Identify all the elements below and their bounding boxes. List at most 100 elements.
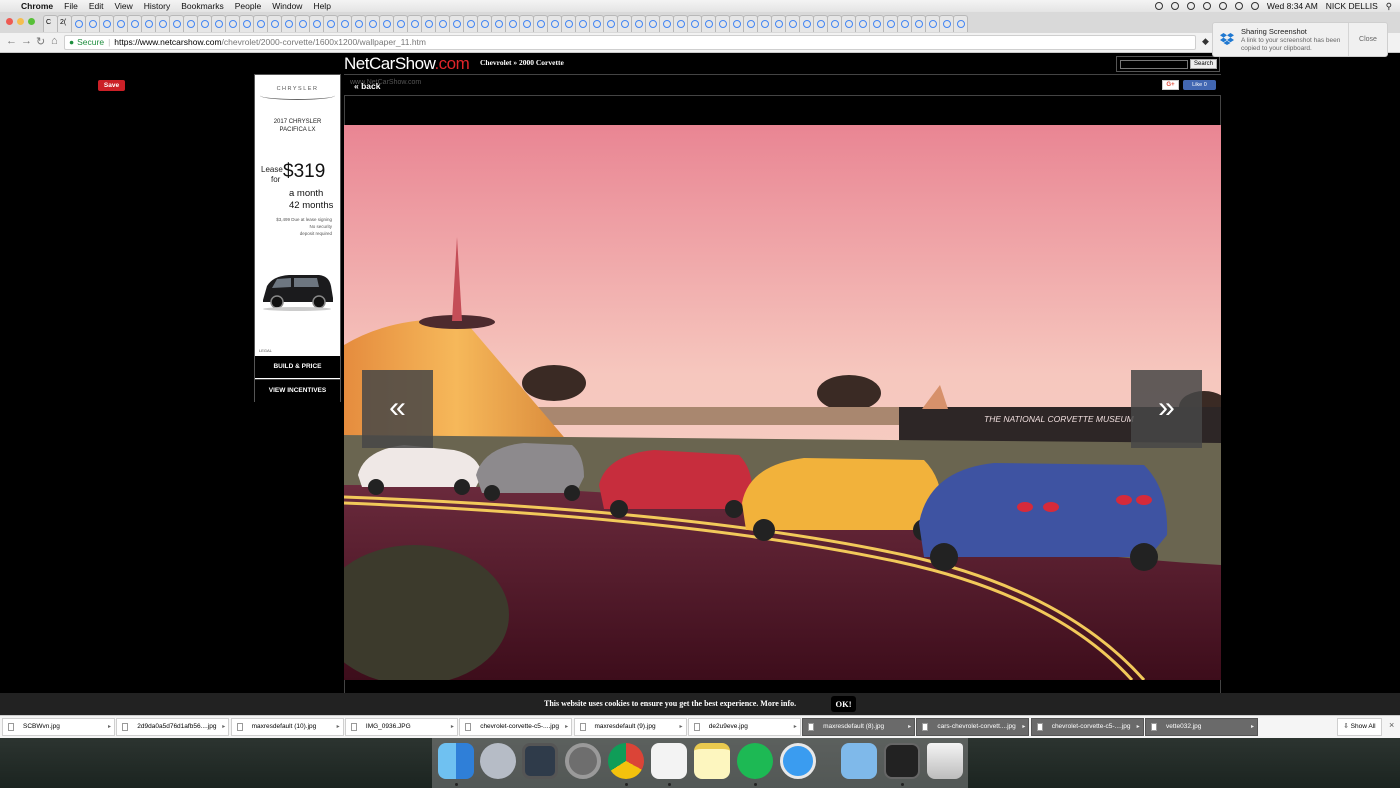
browser-tab[interactable] bbox=[939, 15, 954, 32]
site-search-input[interactable] bbox=[1120, 60, 1188, 69]
browser-tab[interactable] bbox=[239, 15, 254, 32]
download-item[interactable]: 2d9da0a5d76d1afb56....jpg ▸ bbox=[116, 718, 230, 736]
chrome-icon[interactable] bbox=[608, 743, 644, 779]
download-menu-caret-icon[interactable]: ▸ bbox=[108, 719, 111, 735]
menu-window[interactable]: Window bbox=[272, 1, 302, 11]
download-item[interactable]: SCBWvn.jpg ▸ bbox=[2, 718, 115, 736]
system-preferences-icon[interactable] bbox=[565, 743, 601, 779]
previous-image-button[interactable]: « bbox=[362, 370, 433, 448]
browser-tab[interactable] bbox=[771, 15, 786, 32]
dropbox-extension-icon[interactable]: ◆ bbox=[1202, 36, 1209, 47]
status-icon[interactable] bbox=[1170, 2, 1179, 10]
browser-tab[interactable] bbox=[827, 15, 842, 32]
dropbox-status-icon[interactable] bbox=[1186, 2, 1195, 10]
site-search-button[interactable]: Search bbox=[1190, 59, 1217, 69]
browser-tab[interactable] bbox=[547, 15, 562, 32]
browser-tab[interactable] bbox=[463, 15, 478, 32]
download-menu-caret-icon[interactable]: ▸ bbox=[222, 719, 225, 735]
browser-tab[interactable] bbox=[281, 15, 296, 32]
browser-tab[interactable] bbox=[407, 15, 422, 32]
browser-tab[interactable] bbox=[225, 15, 240, 32]
browser-tab[interactable] bbox=[631, 15, 646, 32]
browser-tab[interactable] bbox=[113, 15, 128, 32]
browser-tab[interactable] bbox=[925, 15, 940, 32]
browser-tab[interactable] bbox=[953, 15, 968, 32]
download-menu-caret-icon[interactable]: ▸ bbox=[1022, 719, 1025, 735]
browser-tab[interactable] bbox=[351, 15, 366, 32]
finder-icon[interactable] bbox=[438, 743, 474, 779]
menu-edit[interactable]: Edit bbox=[89, 1, 104, 11]
browser-tab[interactable] bbox=[309, 15, 324, 32]
browser-tab[interactable] bbox=[687, 15, 702, 32]
download-menu-caret-icon[interactable]: ▸ bbox=[565, 719, 568, 735]
browser-tab[interactable] bbox=[869, 15, 884, 32]
browser-tab[interactable]: 2( bbox=[57, 15, 72, 32]
browser-tab[interactable] bbox=[785, 15, 800, 32]
netcarshow-logo[interactable]: NetCarShow.com bbox=[344, 54, 470, 74]
browser-tab[interactable] bbox=[421, 15, 436, 32]
download-menu-caret-icon[interactable]: ▸ bbox=[1251, 719, 1254, 735]
build-price-button[interactable]: BUILD & PRICE bbox=[255, 356, 340, 378]
download-item[interactable]: de2u9eve.jpg ▸ bbox=[687, 718, 801, 736]
browser-tab[interactable] bbox=[603, 15, 618, 32]
status-icon[interactable] bbox=[1154, 2, 1163, 10]
back-arrow-icon[interactable]: ← bbox=[6, 35, 17, 47]
download-menu-caret-icon[interactable]: ▸ bbox=[908, 719, 911, 735]
chrysler-ad[interactable]: CHRYSLER 2017 CHRYSLER PACIFICA LX Lease… bbox=[254, 74, 341, 402]
browser-tab[interactable] bbox=[491, 15, 506, 32]
cookie-ok-button[interactable]: OK! bbox=[831, 696, 856, 712]
photo-app-icon[interactable] bbox=[522, 743, 558, 779]
menu-bookmarks[interactable]: Bookmarks bbox=[181, 1, 224, 11]
notes-icon[interactable] bbox=[694, 743, 730, 779]
ad-legal[interactable]: LEGAL bbox=[259, 348, 272, 353]
browser-tab[interactable] bbox=[169, 15, 184, 32]
google-plus-button[interactable]: G+ bbox=[1162, 80, 1179, 90]
download-item[interactable]: IMG_0936.JPG ▸ bbox=[344, 718, 458, 736]
browser-tab[interactable] bbox=[71, 15, 86, 32]
browser-tab[interactable] bbox=[757, 15, 772, 32]
menu-view[interactable]: View bbox=[114, 1, 132, 11]
browser-tab[interactable] bbox=[883, 15, 898, 32]
browser-tab[interactable] bbox=[393, 15, 408, 32]
browser-tab[interactable] bbox=[645, 15, 660, 32]
download-menu-caret-icon[interactable]: ▸ bbox=[1137, 719, 1140, 735]
close-downloads-icon[interactable]: × bbox=[1389, 720, 1394, 730]
browser-tab[interactable] bbox=[183, 15, 198, 32]
screenshot-icon[interactable] bbox=[884, 743, 920, 779]
launchpad-icon[interactable] bbox=[480, 743, 516, 779]
browser-tab[interactable] bbox=[813, 15, 828, 32]
browser-tab[interactable] bbox=[155, 15, 170, 32]
browser-tab[interactable] bbox=[533, 15, 548, 32]
spotify-icon[interactable] bbox=[737, 743, 773, 779]
browser-tab[interactable] bbox=[323, 15, 338, 32]
pinterest-save-button[interactable]: Save bbox=[98, 80, 125, 91]
browser-tab[interactable] bbox=[701, 15, 716, 32]
download-menu-caret-icon[interactable]: ▸ bbox=[337, 719, 340, 735]
user-name[interactable]: NICK DELLIS bbox=[1326, 1, 1378, 11]
download-item[interactable]: maxresdefault (10).jpg ▸ bbox=[230, 718, 344, 736]
next-image-button[interactable]: » bbox=[1131, 370, 1202, 448]
zoom-window-button[interactable] bbox=[28, 18, 35, 25]
download-item[interactable]: vette032.jpg ▸ bbox=[1145, 718, 1258, 736]
clock[interactable]: Wed 8:34 AM bbox=[1267, 1, 1318, 11]
download-item[interactable]: maxresdefault (9).jpg ▸ bbox=[573, 718, 687, 736]
browser-tab[interactable] bbox=[365, 15, 380, 32]
browser-tab[interactable] bbox=[589, 15, 604, 32]
browser-tab[interactable] bbox=[561, 15, 576, 32]
spotlight-icon[interactable]: ⚲ bbox=[1386, 1, 1392, 12]
browser-tab[interactable] bbox=[715, 15, 730, 32]
browser-tab[interactable] bbox=[435, 15, 450, 32]
browser-tab[interactable] bbox=[519, 15, 534, 32]
address-bar[interactable]: ● Secure | https://www.netcarshow.com/chevr… bbox=[64, 35, 1196, 50]
browser-tab[interactable] bbox=[659, 15, 674, 32]
browser-tab[interactable] bbox=[197, 15, 212, 32]
menu-people[interactable]: People bbox=[235, 1, 261, 11]
corvette-wallpaper-photo[interactable]: THE NATIONAL CORVETTE MUSEUM bbox=[344, 125, 1221, 680]
browser-tab[interactable] bbox=[729, 15, 744, 32]
browser-tab[interactable] bbox=[253, 15, 268, 32]
time-machine-icon[interactable] bbox=[1202, 2, 1211, 10]
browser-tab[interactable] bbox=[211, 15, 226, 32]
show-all-downloads-button[interactable]: ⇩ Show All bbox=[1337, 718, 1382, 736]
minimize-window-button[interactable] bbox=[17, 18, 24, 25]
browser-tab[interactable] bbox=[449, 15, 464, 32]
